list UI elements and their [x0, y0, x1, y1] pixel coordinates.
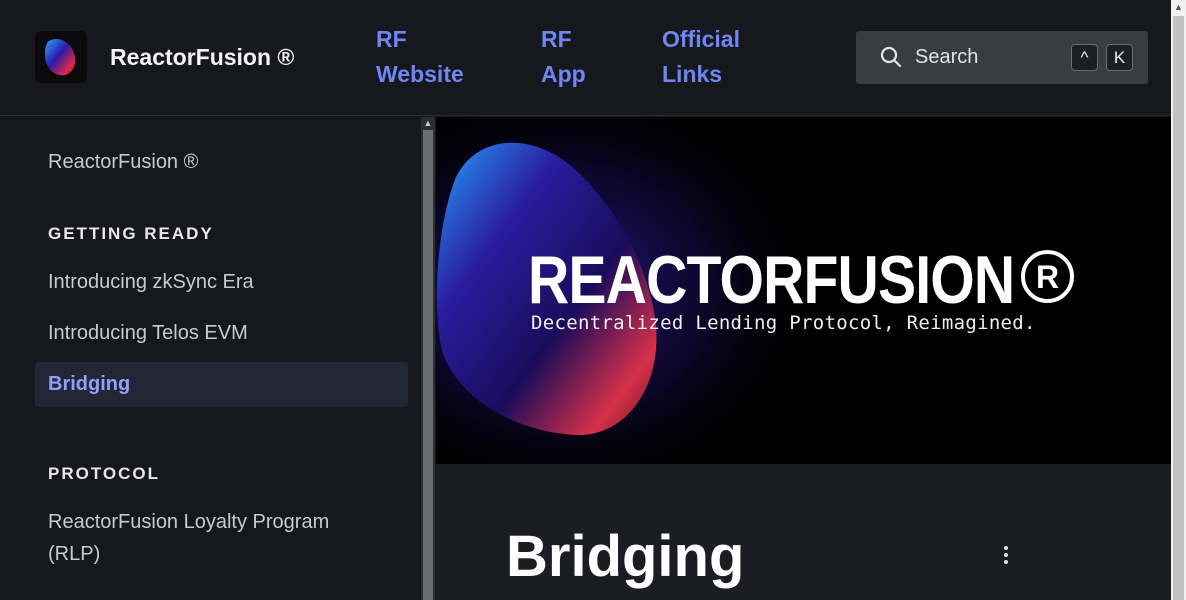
- sidebar-item-label: Bridging: [48, 373, 131, 395]
- sidebar-item-bridging[interactable]: Bridging: [35, 362, 408, 407]
- sidebar-item-cutoff[interactable]: [48, 589, 54, 600]
- nav-link-line: RF: [376, 26, 407, 52]
- sidebar-section-title: GETTING READY: [48, 224, 214, 243]
- nav-link-line: RF: [541, 26, 572, 52]
- page-title: Bridging: [506, 524, 745, 589]
- logo-icon[interactable]: [35, 31, 87, 83]
- hero-banner: REACTORFUSION R Decentralized Lending Pr…: [436, 117, 1171, 464]
- nav-link-line: Official: [662, 26, 740, 52]
- sidebar-scrollbar-thumb[interactable]: [423, 130, 433, 600]
- shortcut-k-key: K: [1106, 44, 1133, 71]
- main-content: REACTORFUSION R Decentralized Lending Pr…: [436, 117, 1171, 600]
- hero-title: REACTORFUSION: [528, 242, 1015, 318]
- search-button[interactable]: Search ^ K: [856, 31, 1148, 84]
- sidebar-item-loyalty-program-suffix[interactable]: (RLP): [48, 543, 100, 566]
- hero-subtitle: Decentralized Lending Protocol, Reimagin…: [531, 312, 1036, 334]
- sidebar-nav: ReactorFusion ® GETTING READY Introducin…: [0, 117, 421, 600]
- scroll-up-icon[interactable]: ▲: [421, 117, 435, 130]
- search-icon: [880, 46, 902, 68]
- sidebar-item-telos[interactable]: Introducing Telos EVM: [48, 322, 248, 345]
- page-scroll-up-icon[interactable]: ▲: [1171, 0, 1186, 15]
- sidebar-item-loyalty-program[interactable]: ReactorFusion Loyalty Program: [48, 511, 329, 534]
- sidebar-item-zksync[interactable]: Introducing zkSync Era: [48, 271, 254, 294]
- nav-link-line: Links: [662, 61, 723, 87]
- hero-registered-mark: R: [1021, 250, 1074, 303]
- nav-link-line: Website: [376, 61, 464, 87]
- shortcut-ctrl-key: ^: [1071, 44, 1098, 71]
- page-scrollbar-thumb[interactable]: [1173, 16, 1184, 600]
- sidebar-section-title: PROTOCOL: [48, 464, 161, 483]
- search-label: Search: [915, 46, 979, 68]
- top-header: ReactorFusion ® RF Website RF App Offici…: [0, 0, 1171, 116]
- nav-link-rf-app[interactable]: RF App: [541, 22, 586, 92]
- sidebar-item-home[interactable]: ReactorFusion ®: [48, 151, 198, 174]
- more-options-icon[interactable]: [996, 544, 1016, 568]
- site-title[interactable]: ReactorFusion ®: [110, 44, 294, 71]
- nav-link-line: App: [541, 61, 586, 87]
- nav-link-official-links[interactable]: Official Links: [662, 22, 740, 92]
- nav-link-rf-website[interactable]: RF Website: [376, 22, 464, 92]
